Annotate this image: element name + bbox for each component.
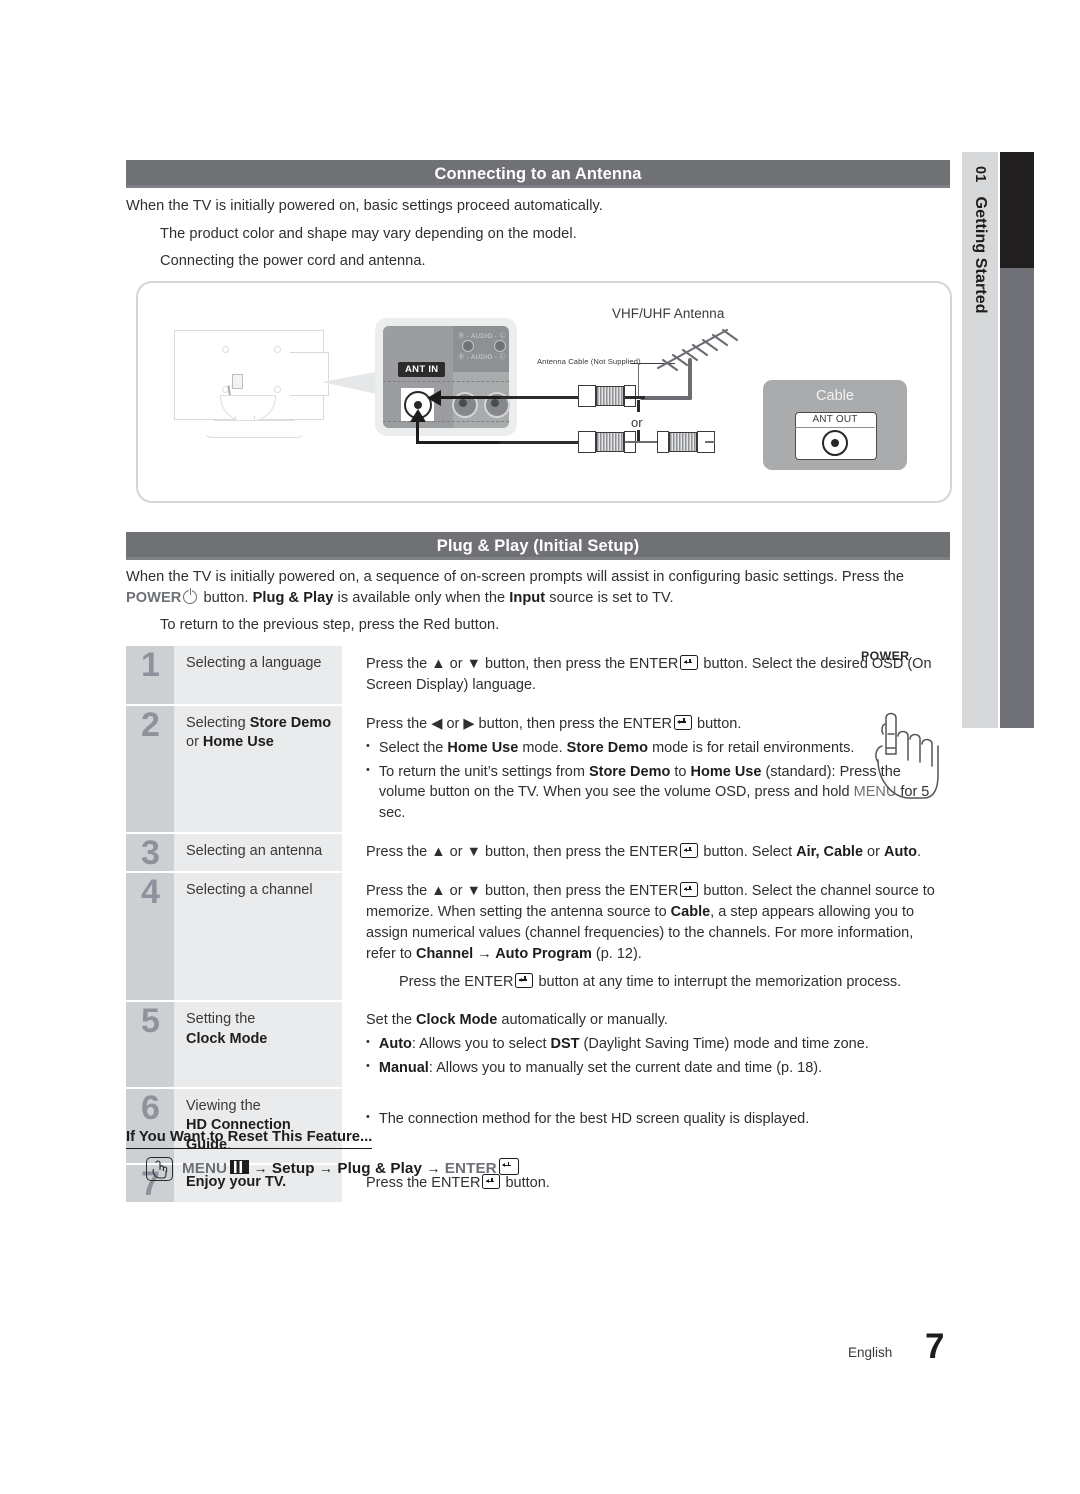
ant-out-label: ANT OUT: [795, 412, 875, 428]
plug-play-steps-table: 1 Selecting a language Press the ▲ or ▼ …: [126, 646, 950, 1204]
section-header-connecting-antenna: Connecting to an Antenna: [126, 160, 950, 188]
cable-box-title: Cable: [816, 388, 854, 404]
section-header-title-2: Plug & Play (Initial Setup): [436, 536, 640, 555]
step-sub-note: Press the ENTER button at any time to in…: [399, 972, 902, 990]
enter-icon: [680, 655, 699, 670]
menu-icon: [230, 1160, 250, 1174]
step-description-cell: • The connection method for the best HD s…: [342, 1089, 950, 1163]
side-bar-gray-marker: [1000, 268, 1034, 728]
vhf-uhf-antenna-label: VHF/UHF Antenna: [612, 306, 725, 321]
side-bar-black-marker: [1000, 152, 1034, 268]
enter-icon: [680, 882, 699, 897]
arrow-head-bottom: [410, 409, 426, 422]
antenna-mast-horizontal: [640, 396, 692, 400]
or-label: or: [631, 415, 643, 430]
tv-stand-base: [205, 420, 303, 438]
step-description-cell: Press the ▲ or ▼ button, then press the …: [366, 843, 922, 861]
enter-icon: [680, 843, 699, 859]
audio-jack: [494, 340, 506, 352]
antenna-cable-bottom: [500, 441, 585, 444]
power-symbol-icon: [183, 588, 198, 604]
tv-mount-hole: [222, 346, 229, 353]
step-number-cell: 5: [126, 1002, 174, 1087]
power-callout-label: POWER: [861, 649, 910, 663]
step-label-cell: Selecting an antenna: [174, 834, 342, 871]
side-tab-label: Getting Started: [972, 196, 989, 314]
tv-mount-hole: [274, 386, 281, 393]
step-label-cell: Viewing the HD Connection Guide.: [174, 1089, 342, 1164]
plug-play-note: To return to the previous step, press th…: [160, 617, 500, 633]
antenna-cable-top: [500, 396, 585, 399]
section-header-plug-and-play: Plug & Play (Initial Setup): [126, 532, 950, 560]
step-label-cell: Selecting Store Demo or Home Use: [174, 705, 342, 833]
table-row: 6 Viewing the HD Connection Guide. • The c…: [126, 1089, 950, 1164]
reset-path-breadcrumb: MENU → Setup → Plug & Play → ENTER: [182, 1158, 520, 1177]
audio-jack: [462, 340, 474, 352]
menu-label: MENU: [182, 1160, 228, 1177]
ant-in-label: ANT IN: [398, 362, 446, 377]
remote-hand-icon: [146, 1157, 173, 1181]
intro-paragraph-1: When the TV is initially powered on, bas…: [126, 198, 603, 214]
step-description-cell: Press the ▲ or ▼ button, then press the …: [342, 873, 950, 1000]
cable-pin: [705, 441, 715, 443]
table-row: 1 Selecting a language Press the ▲ or ▼ …: [126, 646, 950, 704]
audio-jack-label-2: Ⓡ - AUDIO - Ⓛ: [458, 354, 506, 361]
bullet-item: • Auto: Allows you to select DST (Dayligh…: [366, 1036, 869, 1053]
step-label-cell: Setting the Clock Mode: [174, 1002, 342, 1087]
table-row: 4 Selecting a channel Press the ▲ or ▼ b…: [126, 873, 950, 1001]
table-row: 5 Setting the Clock Mode Set the Clock Mo…: [126, 1002, 950, 1087]
side-tab-getting-started: 01 Getting Started: [962, 152, 998, 728]
hand-press-glyph: [152, 1160, 168, 1179]
plug-play-intro: When the TV is initially powered on, a s…: [126, 569, 905, 606]
power-word: POWER: [126, 589, 182, 606]
step-number-cell: 3: [126, 834, 174, 871]
bullet-item: • The connection method for the best HD s…: [366, 1111, 810, 1127]
table-row: 3 Selecting an antenna Press the ▲ or ▼ …: [126, 834, 950, 871]
or-divider-tick-bottom: [637, 430, 640, 441]
enter-icon: [498, 1158, 519, 1175]
step-number-cell: 2: [126, 705, 174, 833]
antenna-array-icon: [656, 328, 739, 372]
manual-page: 01 Getting Started Connecting to an Ante…: [0, 0, 1080, 1494]
intro-paragraph-2: The product color and shape may vary dep…: [160, 226, 577, 242]
enter-icon: [515, 972, 534, 988]
audio-jack-label-1: Ⓡ - AUDIO - Ⓛ: [458, 333, 506, 340]
intro-paragraph-3: Connecting the power cord and antenna.: [160, 253, 426, 269]
tv-mount-hole: [274, 346, 281, 353]
step-label-cell: Selecting a language: [174, 646, 342, 704]
antenna-cable-top-right: [625, 396, 645, 399]
side-tab-number: 01: [972, 166, 988, 183]
panel-divider-dashed: [383, 421, 509, 422]
ant-out-coax-icon: [822, 430, 848, 456]
antenna-leader-drop: [638, 363, 640, 397]
footer-page-number: 7: [925, 1327, 945, 1366]
bullet-item: • Manual: Allows you to manually set the …: [366, 1060, 823, 1077]
table-row: 2 Selecting Store Demo or Home Use Press…: [126, 705, 950, 833]
arrow-head-top: [427, 390, 441, 406]
step-number-cell: 1: [126, 646, 174, 704]
enter-icon: [674, 714, 692, 730]
cable-jumper: [625, 441, 659, 443]
hand-pointing-icon: [875, 712, 939, 799]
step-number-cell: 6: [126, 1089, 174, 1164]
step-label-cell: Selecting a channel: [174, 873, 342, 1001]
footer-language: English: [848, 1345, 893, 1360]
antenna-cable-note: Antenna Cable (Not Supplied): [537, 357, 641, 366]
or-divider-tick-top: [637, 400, 640, 412]
reset-feature-title: If You Want to Reset This Feature...: [126, 1129, 373, 1149]
section-header-title: Connecting to an Antenna: [434, 164, 642, 183]
step-description-cell: Set the Clock Mode automatically or manu…: [342, 1002, 950, 1087]
step-number-cell: 4: [126, 873, 174, 1001]
antenna-mast: [688, 358, 692, 400]
tv-rear-notch: [290, 352, 329, 396]
panel-divider-dashed: [383, 381, 509, 382]
